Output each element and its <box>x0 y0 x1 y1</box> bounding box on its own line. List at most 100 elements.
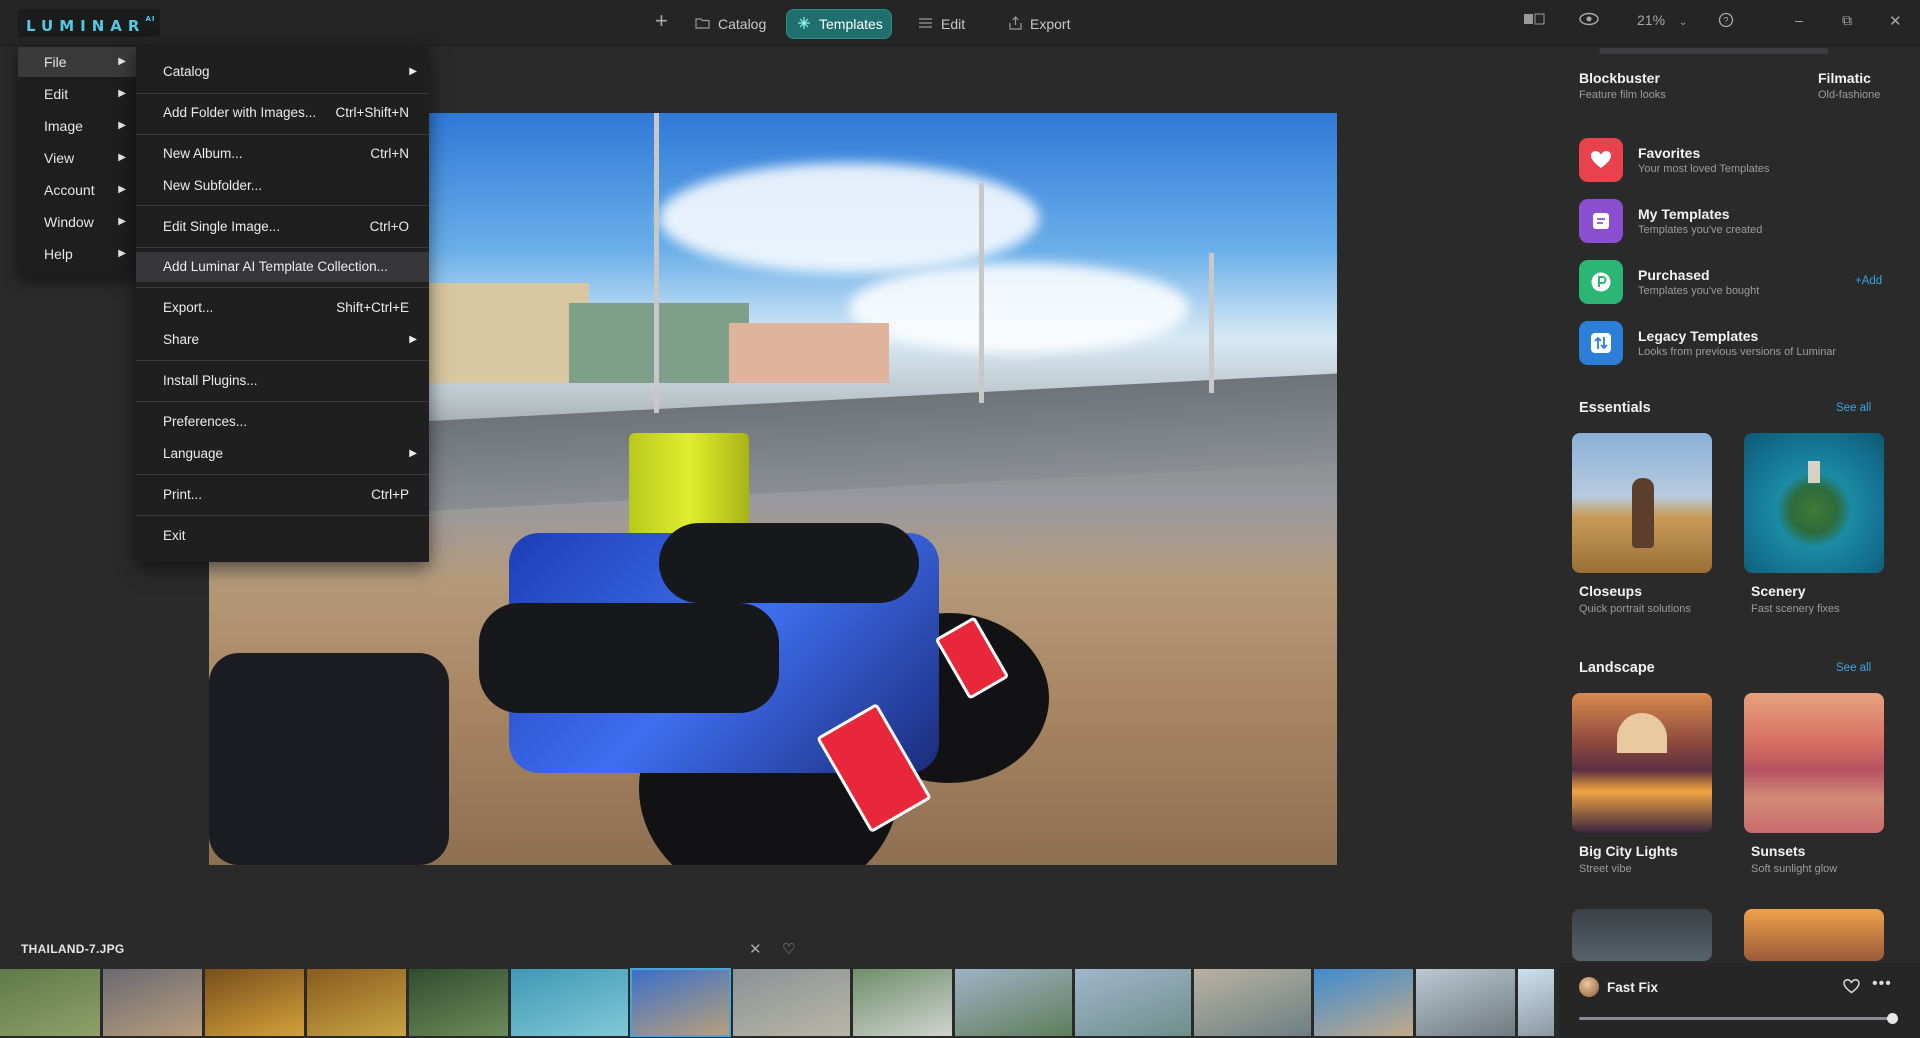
menu-divider <box>136 93 429 94</box>
menu-help[interactable]: Help ▶ <box>18 239 136 269</box>
app-menu: File ▶ Edit ▶ Image ▶ View ▶ Account ▶ Window… <box>18 47 136 277</box>
thumb-dome <box>1617 713 1667 753</box>
menu-view[interactable]: View ▶ <box>18 143 136 173</box>
menu-window[interactable]: Window ▶ <box>18 207 136 237</box>
chevron-down-icon: ⌄ <box>1678 17 1688 28</box>
filmstrip-thumbnail[interactable] <box>0 969 100 1036</box>
menu-divider <box>136 360 429 361</box>
svg-text:?: ? <box>1723 16 1728 26</box>
filmstrip-thumbnail[interactable] <box>511 969 628 1036</box>
menu-shortcut: Ctrl+Shift+N <box>335 105 409 120</box>
menu-item-label: Install Plugins... <box>163 373 258 388</box>
purchased-icon <box>1579 260 1623 304</box>
luminar-logo[interactable]: LUMINARAI <box>18 9 160 37</box>
menu-image[interactable]: Image ▶ <box>18 111 136 141</box>
reject-icon[interactable]: ✕ <box>749 940 762 958</box>
sparkle-icon <box>797 16 811 33</box>
menu-item-add-folder[interactable]: Add Folder with Images... Ctrl+Shift+N <box>136 98 429 128</box>
edit-tab[interactable]: Edit <box>918 9 965 39</box>
menu-item-label: Catalog <box>163 64 210 79</box>
template-subtitle: Fast scenery fixes <box>1751 603 1840 615</box>
menu-item-share[interactable]: Share ▶ <box>136 325 429 355</box>
minimize-icon[interactable]: – <box>1795 12 1803 28</box>
add-photos-button[interactable]: + <box>655 6 668 36</box>
menu-divider <box>136 205 429 206</box>
essentials-see-all-link[interactable]: See all <box>1836 402 1871 414</box>
collection-title: Legacy Templates <box>1638 328 1759 344</box>
collection-title: Purchased <box>1638 267 1710 283</box>
menu-item-catalog[interactable]: Catalog ▶ <box>136 57 429 87</box>
menu-item-exit[interactable]: Exit <box>136 521 429 551</box>
photo-scooter <box>209 653 449 865</box>
caret-right-icon: ▶ <box>118 248 126 259</box>
heart-outline-icon[interactable] <box>1843 978 1860 999</box>
menu-item-label: Preferences... <box>163 414 248 429</box>
export-tab[interactable]: Export <box>1009 9 1070 39</box>
menu-item-edit-single[interactable]: Edit Single Image... Ctrl+O <box>136 212 429 242</box>
template-thumb-partial[interactable] <box>1744 909 1884 961</box>
menu-edit[interactable]: Edit ▶ <box>18 79 136 109</box>
menu-item-new-subfolder[interactable]: New Subfolder... <box>136 171 429 201</box>
menu-item-add-template-collection[interactable]: Add Luminar AI Template Collection... <box>136 252 429 282</box>
filmstrip-thumbnail[interactable] <box>853 969 952 1036</box>
photo-seat <box>479 603 779 713</box>
template-thumb-partial[interactable] <box>1572 909 1712 961</box>
template-thumb-scenery[interactable] <box>1744 433 1884 573</box>
restore-icon[interactable]: ⧉ <box>1842 12 1852 29</box>
more-options-icon[interactable]: ••• <box>1872 975 1892 993</box>
template-title: Sunsets <box>1751 843 1806 859</box>
help-icon[interactable]: ? <box>1718 12 1734 31</box>
template-subtitle: Old-fashione <box>1818 89 1881 101</box>
close-icon[interactable]: ✕ <box>1889 12 1902 30</box>
menu-item-preferences[interactable]: Preferences... <box>136 407 429 437</box>
filmstrip-thumbnail[interactable] <box>733 969 850 1036</box>
eye-icon[interactable] <box>1578 12 1600 29</box>
template-subtitle: Quick portrait solutions <box>1579 603 1691 615</box>
template-title: Big City Lights <box>1579 843 1678 859</box>
filmstrip-thumbnail[interactable] <box>1314 969 1413 1036</box>
zoom-value: 21% <box>1637 12 1666 28</box>
menu-divider <box>136 134 429 135</box>
menu-item-export[interactable]: Export... Shift+Ctrl+E <box>136 293 429 323</box>
filmstrip-thumbnail[interactable] <box>307 969 406 1036</box>
template-thumb-sunsets[interactable] <box>1744 693 1884 833</box>
menu-item-install-plugins[interactable]: Install Plugins... <box>136 366 429 396</box>
photo-cloud <box>849 263 1189 353</box>
favorite-heart-icon[interactable]: ♡ <box>782 940 795 958</box>
templates-tab[interactable]: Templates <box>786 9 892 39</box>
template-subtitle: Soft sunlight glow <box>1751 863 1838 875</box>
template-thumb-closeups[interactable] <box>1572 433 1712 573</box>
filmstrip-thumbnail[interactable] <box>409 969 508 1036</box>
compare-icon[interactable] <box>1523 12 1545 29</box>
template-title-blockbuster[interactable]: Blockbuster <box>1579 70 1660 86</box>
menu-file[interactable]: File ▶ <box>18 47 136 77</box>
filmstrip-thumbnail[interactable] <box>1518 969 1554 1036</box>
catalog-tab[interactable]: Catalog <box>695 9 766 39</box>
filmstrip-thumbnail[interactable] <box>103 969 202 1036</box>
fast-fix-slider-track[interactable] <box>1579 1013 1898 1024</box>
catalog-label: Catalog <box>718 16 767 32</box>
filmstrip-thumbnail[interactable] <box>1416 969 1515 1036</box>
menu-item-language[interactable]: Language ▶ <box>136 439 429 469</box>
menu-item-new-album[interactable]: New Album... Ctrl+N <box>136 139 429 169</box>
zoom-dropdown[interactable]: 21% ⌄ <box>1637 12 1687 28</box>
menu-shortcut: Shift+Ctrl+E <box>336 300 409 315</box>
template-title-filmatic[interactable]: Filmatic <box>1818 70 1871 86</box>
landscape-see-all-link[interactable]: See all <box>1836 662 1871 674</box>
current-filename: THAILAND-7.JPG <box>21 942 125 956</box>
template-thumb-big-city-lights[interactable] <box>1572 693 1712 833</box>
filmstrip-thumbnail[interactable] <box>205 969 304 1036</box>
menu-item-print[interactable]: Print... Ctrl+P <box>136 480 429 510</box>
filmstrip-thumbnail[interactable] <box>630 968 731 1037</box>
menu-label: View <box>44 150 75 166</box>
plus-icon: + <box>655 8 668 33</box>
filmstrip-thumbnail[interactable] <box>1194 969 1311 1036</box>
filmstrip-thumbnail[interactable] <box>955 969 1072 1036</box>
add-purchased-link[interactable]: +Add <box>1855 275 1882 287</box>
menu-divider <box>136 401 429 402</box>
template-list-icon <box>1579 199 1623 243</box>
filmstrip-thumbnail[interactable] <box>1075 969 1191 1036</box>
menu-account[interactable]: Account ▶ <box>18 175 136 205</box>
templates-panel: Blockbuster Feature film looks Filmatic … <box>1559 46 1920 1038</box>
fast-fix-slider-knob[interactable] <box>1887 1013 1898 1024</box>
